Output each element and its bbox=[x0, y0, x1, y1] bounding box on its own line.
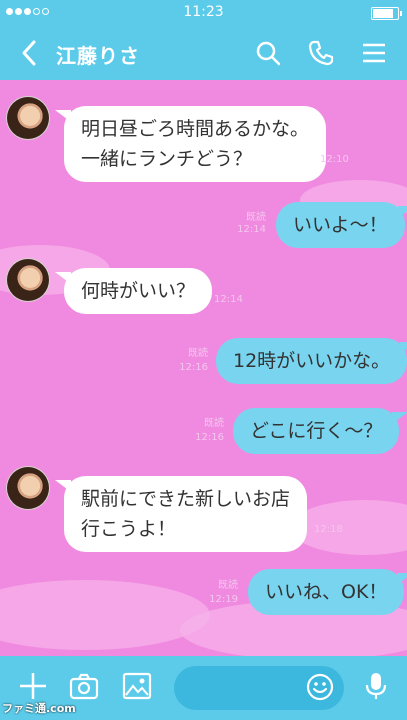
plus-icon[interactable] bbox=[17, 670, 49, 702]
message-text: 12時がいいかな。 bbox=[233, 350, 391, 372]
message-text: 行こうよ！ bbox=[81, 518, 177, 540]
chat-area[interactable]: 明日昼ごろ時間あるかな。 一緒にランチどう？ 12:10 既読 12:14 いい… bbox=[0, 80, 407, 656]
message-text: 駅前にできた新しいお店 bbox=[81, 488, 291, 510]
emoji-icon[interactable] bbox=[305, 672, 335, 702]
message-text: どこに行く〜？ bbox=[250, 420, 383, 442]
phone-icon[interactable] bbox=[307, 39, 335, 67]
status-bar: 11:23 bbox=[0, 0, 407, 26]
message-text: 何時がいい？ bbox=[81, 280, 196, 302]
back-arrow-icon[interactable] bbox=[18, 39, 42, 67]
message-time: 12:16 bbox=[195, 432, 224, 443]
message-bubble-incoming[interactable]: 何時がいい？ bbox=[54, 268, 213, 314]
microphone-icon[interactable] bbox=[360, 670, 392, 702]
message-text: いいよ〜！ bbox=[293, 214, 388, 236]
message-text: 明日昼ごろ時間あるかな。 bbox=[81, 118, 310, 140]
read-receipt: 既読 bbox=[246, 212, 266, 223]
message-bubble-incoming[interactable]: 明日昼ごろ時間あるかな。 一緒にランチどう？ bbox=[54, 106, 327, 182]
message-time: 12:18 bbox=[314, 524, 343, 535]
message-time: 12:19 bbox=[209, 594, 238, 605]
search-icon[interactable] bbox=[254, 39, 282, 67]
background-cloud bbox=[0, 580, 210, 650]
background-cloud bbox=[290, 500, 407, 555]
contact-avatar[interactable] bbox=[6, 258, 50, 302]
contact-avatar[interactable] bbox=[6, 96, 50, 140]
message-text: 一緒にランチどう？ bbox=[81, 148, 253, 170]
watermark-logo: ファミ通.com bbox=[2, 702, 76, 715]
message-time: 12:16 bbox=[179, 362, 208, 373]
message-time: 12:10 bbox=[320, 154, 349, 165]
camera-icon[interactable] bbox=[68, 670, 100, 702]
message-bubble-outgoing[interactable]: 12時がいいかな。 bbox=[216, 338, 407, 384]
read-receipt: 既読 bbox=[218, 580, 238, 591]
image-icon[interactable] bbox=[121, 670, 153, 702]
message-bubble-outgoing[interactable]: いいよ〜！ bbox=[276, 202, 407, 248]
read-receipt: 既読 bbox=[188, 348, 208, 359]
contact-name: 江藤りさ bbox=[56, 44, 140, 68]
chat-header: 江藤りさ bbox=[0, 26, 407, 80]
battery-icon bbox=[371, 7, 402, 20]
menu-icon[interactable] bbox=[360, 39, 388, 67]
message-bubble-outgoing[interactable]: どこに行く〜？ bbox=[233, 408, 407, 454]
read-receipt: 既読 bbox=[204, 418, 224, 429]
message-time: 12:14 bbox=[237, 224, 266, 235]
message-time: 12:14 bbox=[214, 294, 243, 305]
message-bubble-incoming[interactable]: 駅前にできた新しいお店 行こうよ！ bbox=[54, 476, 308, 552]
message-text: いいね、OK！ bbox=[265, 581, 388, 603]
message-bubble-outgoing[interactable]: いいね、OK！ bbox=[248, 569, 407, 615]
status-time: 11:23 bbox=[183, 4, 224, 20]
contact-avatar[interactable] bbox=[6, 466, 50, 510]
